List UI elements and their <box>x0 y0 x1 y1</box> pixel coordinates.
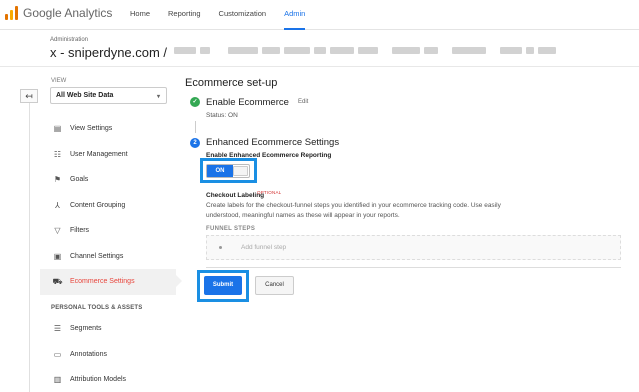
submit-button[interactable]: Submit <box>204 276 242 295</box>
checkout-labeling-heading: Checkout Labeling <box>206 192 265 199</box>
sidebar-item-view-settings[interactable]: ▤ View Settings <box>40 116 176 142</box>
cancel-button[interactable]: Cancel <box>255 276 294 295</box>
edit-link[interactable]: Edit <box>298 99 308 105</box>
chevron-down-icon: ▾ <box>156 94 160 100</box>
form-divider <box>206 267 621 268</box>
nav-reporting[interactable]: Reporting <box>168 0 201 30</box>
view-label: VIEW <box>51 78 67 84</box>
google-analytics-logo[interactable]: Google Analytics <box>5 6 112 20</box>
channel-icon: ▣ <box>53 251 62 261</box>
sidebar-item-annotations[interactable]: ▭ Annotations <box>40 342 176 368</box>
nav-admin[interactable]: Admin <box>284 0 306 30</box>
optional-badge: OPTIONAL <box>257 190 282 195</box>
toggle-knob <box>233 166 248 176</box>
nav-customization[interactable]: Customization <box>219 0 267 30</box>
page-title: Ecommerce set-up <box>185 77 278 89</box>
add-funnel-step-row[interactable]: Add funnel step <box>206 235 621 260</box>
redacted-property-name <box>174 47 560 54</box>
sidebar-item-channel-settings[interactable]: ▣ Channel Settings <box>40 244 176 270</box>
sidebar-item-user-management[interactable]: ☷ User Management <box>40 142 176 168</box>
breadcrumb[interactable]: Administration <box>50 37 88 43</box>
sidebar-item-content-grouping[interactable]: ⅄ Content Grouping <box>40 193 176 219</box>
main-nav: Home Reporting Customization Admin <box>130 0 323 30</box>
cart-icon: ⛟ <box>52 276 63 286</box>
filter-icon: ▽ <box>54 226 61 236</box>
step-enhanced-ecommerce-title: Enhanced Ecommerce Settings <box>206 137 340 148</box>
sidebar-item-attribution-models[interactable]: ▥ Attribution Models <box>40 367 176 392</box>
bullet-icon <box>219 246 222 249</box>
view-selected-value: All Web Site Data <box>56 92 114 99</box>
view-settings-menu: ▤ View Settings ☷ User Management ⚑ Goals ⅄… <box>40 116 182 295</box>
annotation-icon: ▭ <box>53 349 62 359</box>
toggle-on-label: ON <box>207 165 233 177</box>
back-arrow-icon: ↤ <box>25 91 33 101</box>
personal-tools-menu: ☰ Segments ▭ Annotations ▥ Attribution Mode… <box>40 316 176 392</box>
header-divider <box>0 66 639 67</box>
analytics-logo-icon <box>5 6 19 20</box>
left-divider <box>29 103 30 392</box>
view-selector[interactable]: All Web Site Data ▾ <box>50 87 167 104</box>
nav-home[interactable]: Home <box>130 0 150 30</box>
document-icon: ▤ <box>53 124 62 134</box>
step-number-badge: 2 <box>190 138 200 148</box>
back-arrow-button[interactable]: ↤ <box>20 89 38 103</box>
users-icon: ☷ <box>53 149 62 159</box>
checkout-description: Create labels for the checkout-funnel st… <box>206 202 501 219</box>
add-funnel-step-placeholder: Add funnel step <box>241 244 287 251</box>
funnel-steps-heading: FUNNEL STEPS <box>206 226 256 232</box>
sidebar-item-segments[interactable]: ☰ Segments <box>40 316 176 342</box>
step-enable-ecommerce-title: Enable Ecommerce <box>206 97 289 108</box>
account-title: x - sniperdyne.com / <box>50 45 168 60</box>
sidebar-item-filters[interactable]: ▽ Filters <box>40 218 176 244</box>
enhanced-reporting-toggle[interactable]: ON <box>206 164 250 178</box>
person-icon: ⅄ <box>55 200 60 210</box>
sidebar-item-goals[interactable]: ⚑ Goals <box>40 167 176 193</box>
logo-text: Google Analytics <box>23 6 113 20</box>
step-connector <box>195 121 196 133</box>
ecommerce-status: Status: ON <box>206 112 238 119</box>
top-navigation-bar: Google Analytics Home Reporting Customiz… <box>0 0 639 30</box>
segments-icon: ☰ <box>53 324 62 334</box>
check-icon: ✓ <box>190 97 200 107</box>
personal-tools-heading: PERSONAL TOOLS & ASSETS <box>51 305 143 311</box>
sidebar-item-ecommerce-settings[interactable]: ⛟ Ecommerce Settings <box>40 269 182 295</box>
flag-icon: ⚑ <box>53 175 62 185</box>
bar-chart-icon: ▥ <box>53 375 62 385</box>
